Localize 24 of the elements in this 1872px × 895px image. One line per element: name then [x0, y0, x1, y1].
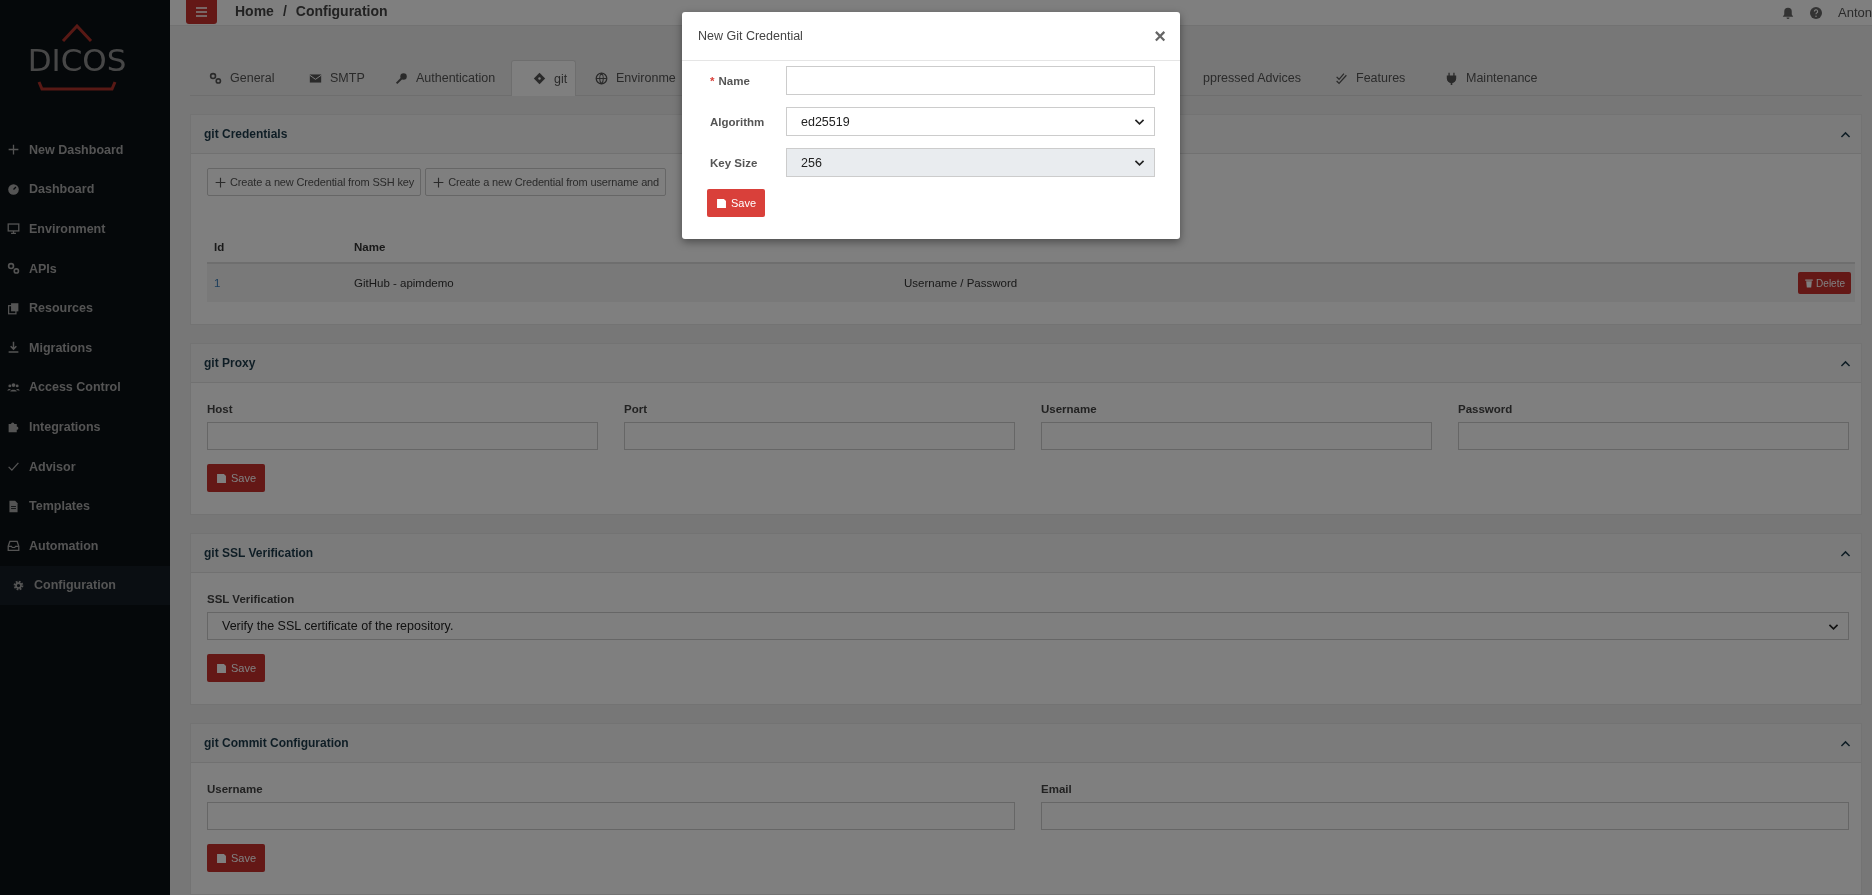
field-label: Port — [624, 403, 648, 415]
field-label: Username — [1041, 403, 1098, 415]
field-label: Email — [1041, 783, 1073, 795]
field-label: Key Size — [710, 156, 758, 169]
breadcrumb-current: Configuration — [295, 3, 388, 19]
panel-title: git SSL Verification — [204, 546, 314, 560]
field-label: SSL Verification — [207, 593, 296, 605]
field-label: Password — [1458, 403, 1514, 415]
table-cell-text: GitHub - apimdemo — [353, 277, 455, 289]
field-label: Username — [207, 783, 264, 795]
field-label: Name — [718, 74, 750, 87]
logo: DICOS — [22, 24, 132, 96]
column-header: Id — [213, 241, 226, 253]
panel-title: git Proxy — [204, 356, 256, 370]
dialog-title: New Git Credential — [698, 29, 803, 43]
field-label: Host — [207, 403, 234, 415]
table-cell-text: 1 — [213, 277, 222, 289]
column-header: Name — [353, 241, 387, 253]
field-label: Algorithm — [710, 115, 765, 128]
table-cell-text: Username / Password — [903, 277, 1019, 289]
panel-title: git Credentials — [204, 127, 288, 141]
panel-title: git Commit Configuration — [204, 736, 349, 750]
breadcrumb-separator: / — [282, 3, 287, 19]
required-mark: * — [710, 74, 715, 87]
